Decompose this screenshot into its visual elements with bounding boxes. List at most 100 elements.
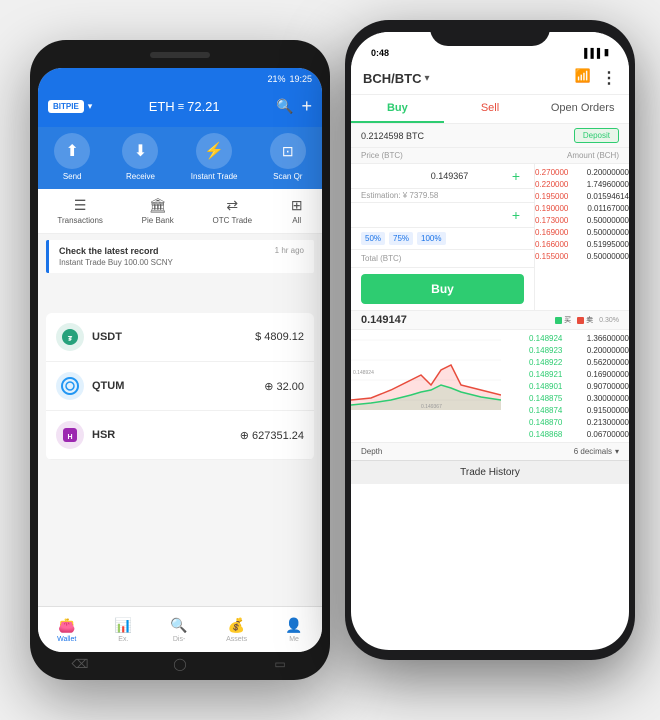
buy-dot bbox=[555, 317, 562, 324]
iphone-header-icons: 📶 ⋮ bbox=[575, 68, 617, 88]
tab-buy[interactable]: Buy bbox=[351, 95, 444, 123]
usdt-name: USDT bbox=[92, 331, 255, 343]
scan-qr-button[interactable]: ⊡ Scan Qr bbox=[270, 133, 306, 181]
decimals-value: 6 decimals bbox=[574, 447, 612, 456]
orderbook-header: Price (BTC) Amount (BCH) bbox=[351, 148, 629, 164]
all-nav[interactable]: ⊞ All bbox=[291, 197, 303, 225]
tab-sell[interactable]: Sell bbox=[444, 95, 537, 123]
eth-balance: 72.21 bbox=[187, 99, 220, 114]
ob-sell-row-1: 0.270000 0.20000000 bbox=[535, 166, 629, 178]
sell-price-7: 0.166000 bbox=[535, 240, 568, 249]
receive-button[interactable]: ⬇ Receive bbox=[122, 133, 158, 181]
price-input[interactable] bbox=[391, 171, 508, 181]
ex-nav[interactable]: 📊 Ex. bbox=[115, 617, 132, 643]
qtum-icon bbox=[56, 372, 84, 400]
sell-price-2: 0.220000 bbox=[535, 180, 568, 189]
ob-sell-row-6: 0.169000 0.50000000 bbox=[535, 226, 629, 238]
buy-button[interactable]: Buy bbox=[361, 274, 524, 304]
amount-bch-header: Amount (BCH) bbox=[567, 151, 619, 160]
deposit-section: 0.2124598 BTC Deposit bbox=[351, 124, 629, 148]
amount-plus-btn[interactable]: + bbox=[508, 207, 524, 223]
price-input-row: + bbox=[351, 164, 534, 189]
send-label: Send bbox=[63, 172, 82, 181]
sell-price-6: 0.169000 bbox=[535, 228, 568, 237]
depth-row: Depth 6 decimals ▾ bbox=[351, 442, 629, 460]
android-time: 19:25 bbox=[289, 74, 312, 84]
usdt-icon: ₮ bbox=[56, 323, 84, 351]
pct-100-btn[interactable]: 100% bbox=[417, 232, 445, 245]
sell-price-1: 0.270000 bbox=[535, 168, 568, 177]
tab-open-orders[interactable]: Open Orders bbox=[536, 95, 629, 123]
buy-orderbook: 0.148924 1.36600000 0.148923 0.20000000 … bbox=[529, 330, 629, 442]
home-btn[interactable]: ◯ bbox=[170, 654, 190, 674]
assets-nav[interactable]: 💰 Assets bbox=[226, 617, 247, 643]
sell-price-3: 0.195000 bbox=[535, 192, 568, 201]
deposit-button[interactable]: Deposit bbox=[574, 128, 619, 143]
pie-bank-icon: 🏛 bbox=[149, 197, 167, 214]
secondary-nav: ☰ Transactions 🏛 Pie Bank ⇄ OTC Trade ⊞ … bbox=[38, 189, 322, 234]
trade-history-button[interactable]: Trade History bbox=[351, 460, 629, 484]
order-form: + Estimation: ¥ 7379.58 + 50% 75% 100% bbox=[351, 164, 535, 310]
ob-sell-row-3: 0.195000 0.01594614 bbox=[535, 190, 629, 202]
assets-section: ₮ USDT $ 4809.12 QTUM ⊕ 32.00 H HS bbox=[46, 313, 314, 460]
pair-title: BCH/BTC bbox=[363, 71, 422, 86]
buy-btn-row: Buy bbox=[351, 268, 534, 310]
sell-amount-4: 0.01167000 bbox=[587, 204, 629, 213]
android-signal: 21% bbox=[267, 74, 285, 84]
iphone: 0:48 ▐▐▐ ▮ BCH/BTC ▾ 📶 ⋮ Buy bbox=[345, 20, 635, 660]
otc-trade-nav[interactable]: ⇄ OTC Trade bbox=[212, 197, 252, 225]
scan-icon: ⊡ bbox=[270, 133, 306, 169]
pair-container[interactable]: BCH/BTC ▾ bbox=[363, 71, 430, 86]
discover-icon: 🔍 bbox=[170, 617, 187, 634]
buy-price-7: 0.148874 bbox=[529, 406, 562, 415]
sell-amount-3: 0.01594614 bbox=[587, 192, 629, 201]
ob-sell-row-8: 0.155000 0.50000000 bbox=[535, 250, 629, 262]
wallet-nav[interactable]: 👛 Wallet bbox=[57, 617, 76, 643]
chart-icon[interactable]: 📶 bbox=[575, 68, 591, 88]
dropdown-arrow[interactable]: ▾ bbox=[88, 101, 93, 112]
search-icon[interactable]: 🔍 bbox=[276, 98, 293, 115]
wallet-icon: 👛 bbox=[58, 617, 75, 634]
pct-50-btn[interactable]: 50% bbox=[361, 232, 385, 245]
buy-price-3: 0.148922 bbox=[529, 358, 562, 367]
discover-nav[interactable]: 🔍 Dis- bbox=[170, 617, 187, 643]
bottom-nav: 👛 Wallet 📊 Ex. 🔍 Dis- 💰 Assets 👤 bbox=[38, 606, 322, 652]
add-icon[interactable]: + bbox=[301, 96, 312, 117]
ex-icon: 📊 bbox=[115, 617, 132, 634]
buy-amount-3: 0.56200000 bbox=[587, 358, 629, 367]
instant-trade-button[interactable]: ⚡ Instant Trade bbox=[191, 133, 238, 181]
notification-bar: 1 hr ago Check the latest record Instant… bbox=[46, 240, 314, 273]
btc-amount: 0.2124598 BTC bbox=[361, 131, 424, 141]
scene: 21% 19:25 BITPIE ▾ ETH ≡ 72.21 🔍 + bbox=[10, 10, 650, 710]
main-area: + Estimation: ¥ 7379.58 + 50% 75% 100% bbox=[351, 164, 629, 310]
asset-row-usdt[interactable]: ₮ USDT $ 4809.12 bbox=[46, 313, 314, 362]
header-icons: 🔍 + bbox=[276, 96, 312, 117]
sell-amount-7: 0.51995000 bbox=[587, 240, 629, 249]
send-button[interactable]: ⬆ Send bbox=[54, 133, 90, 181]
buy-price-6: 0.148875 bbox=[529, 394, 562, 403]
total-label: Total (BTC) bbox=[361, 254, 401, 263]
buy-price-4: 0.148921 bbox=[529, 370, 562, 379]
more-icon[interactable]: ⋮ bbox=[601, 68, 617, 88]
pie-bank-nav[interactable]: 🏛 Pie Bank bbox=[142, 197, 174, 225]
buy-amount-8: 0.21300000 bbox=[587, 418, 629, 427]
amount-input[interactable] bbox=[391, 210, 508, 220]
total-row: Total (BTC) bbox=[351, 250, 534, 268]
price-plus-btn[interactable]: + bbox=[508, 168, 524, 184]
asset-row-hsr[interactable]: H HSR ⊕ 627351.24 bbox=[46, 411, 314, 460]
iphone-notch bbox=[430, 20, 550, 46]
transactions-nav[interactable]: ☰ Transactions bbox=[57, 197, 103, 225]
legend-buy: 买 bbox=[555, 315, 571, 325]
me-nav[interactable]: 👤 Me bbox=[285, 617, 302, 643]
usdt-balance: $ 4809.12 bbox=[255, 331, 304, 343]
recent-btn[interactable]: ▭ bbox=[270, 654, 290, 674]
back-btn[interactable]: ⌫ bbox=[70, 654, 90, 674]
sell-amount-8: 0.50000000 bbox=[587, 252, 629, 261]
legend-sell: 卖 bbox=[577, 315, 593, 325]
ex-label: Ex. bbox=[118, 636, 128, 643]
pct-75-btn[interactable]: 75% bbox=[389, 232, 413, 245]
asset-row-qtum[interactable]: QTUM ⊕ 32.00 bbox=[46, 362, 314, 411]
sell-amount-5: 0.50000000 bbox=[587, 216, 629, 225]
decimals-container[interactable]: 6 decimals ▾ bbox=[574, 447, 619, 456]
sell-amount-2: 1.74960000 bbox=[587, 180, 629, 189]
